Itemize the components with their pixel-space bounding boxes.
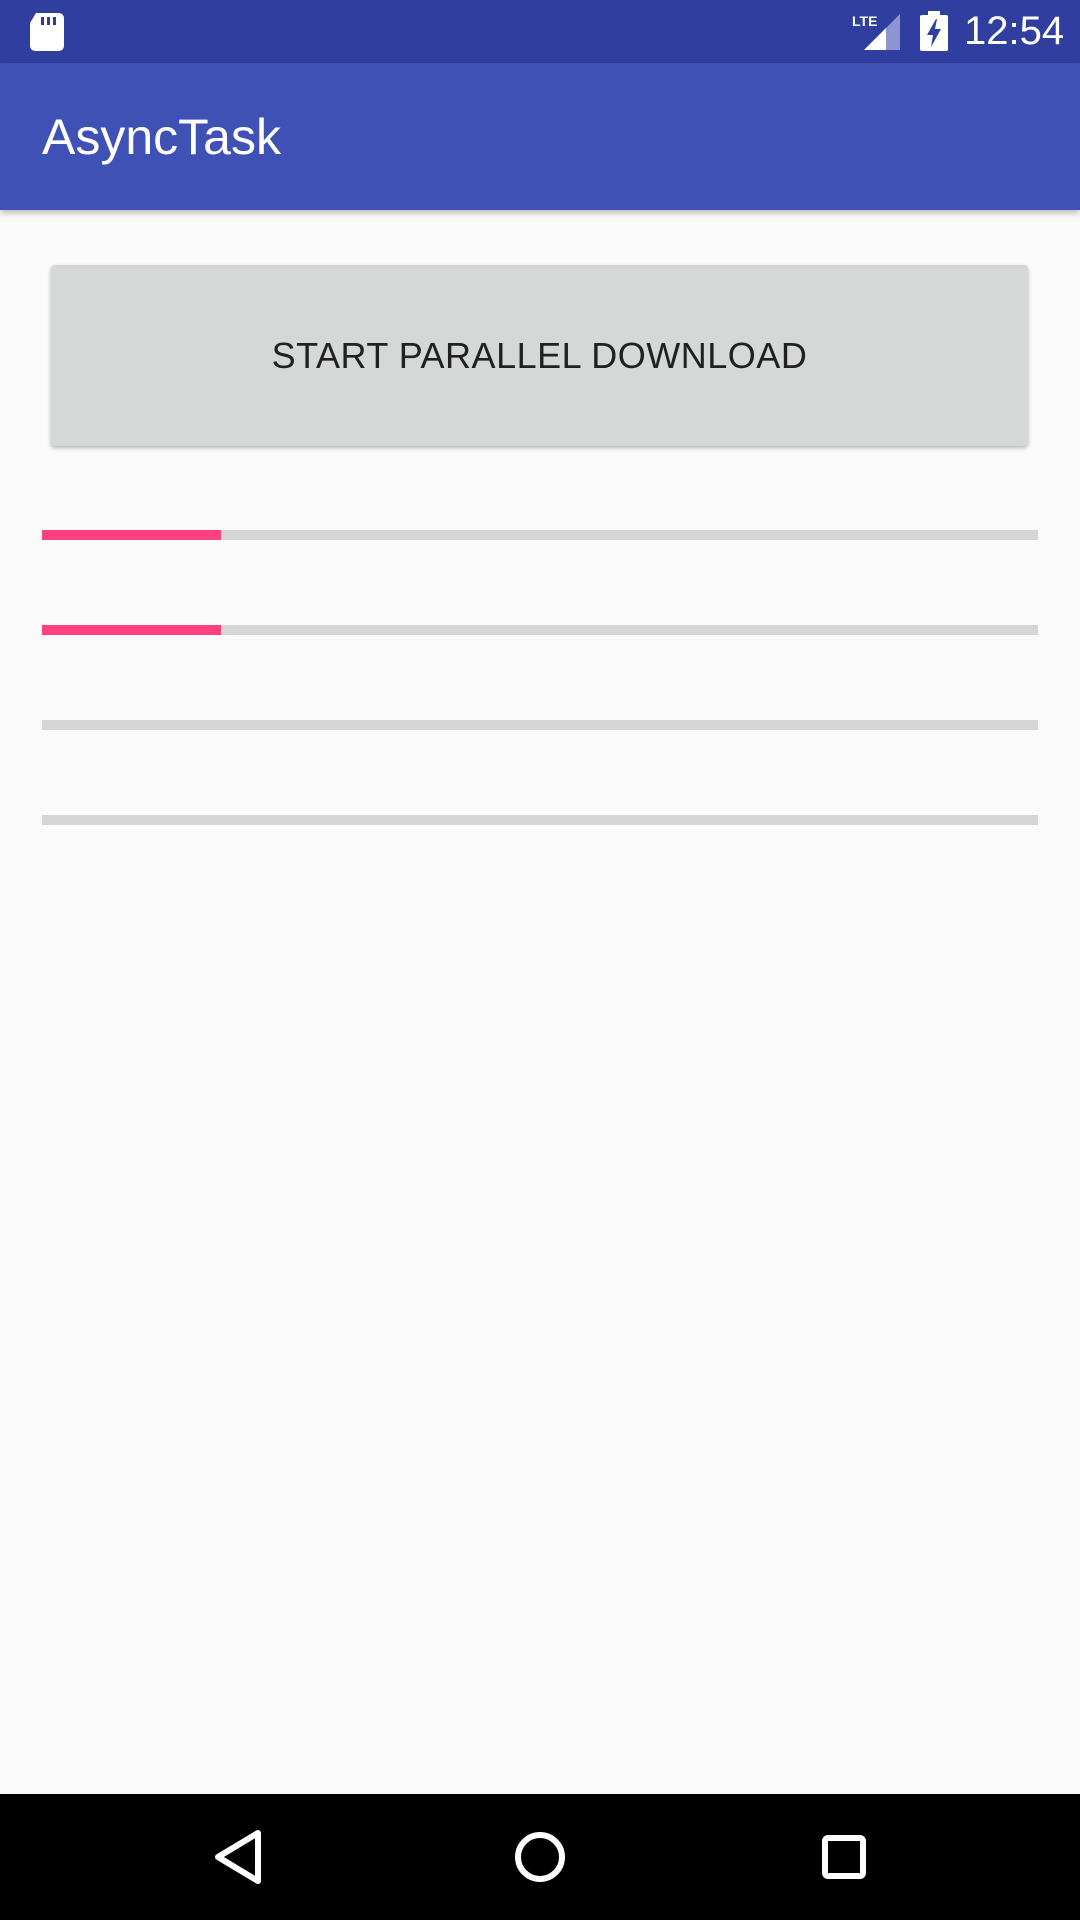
recents-icon[interactable] xyxy=(814,1831,874,1891)
status-time: 12:54 xyxy=(964,9,1065,53)
progress-bar-2 xyxy=(42,625,1038,635)
app-title: AsyncTask xyxy=(42,109,281,165)
progress-bar-4 xyxy=(42,815,1038,825)
status-bar: LTE 12:54 xyxy=(0,0,1080,63)
sd-card-icon xyxy=(30,13,64,51)
home-icon[interactable] xyxy=(510,1827,570,1887)
main-content: START PARALLEL DOWNLOAD xyxy=(0,210,1080,1794)
progress-fill-2 xyxy=(42,625,222,635)
progress-fill-1 xyxy=(42,530,222,540)
lte-signal-icon: LTE xyxy=(852,13,900,50)
app-bar: AsyncTask xyxy=(0,63,1080,210)
navigation-bar xyxy=(0,1794,1080,1920)
back-icon[interactable] xyxy=(210,1827,270,1887)
progress-bar-1 xyxy=(42,530,1038,540)
battery-charging-icon xyxy=(920,11,948,51)
network-label: LTE xyxy=(852,13,877,29)
progress-bar-3 xyxy=(42,720,1038,730)
start-parallel-download-button[interactable]: START PARALLEL DOWNLOAD xyxy=(51,265,1028,446)
